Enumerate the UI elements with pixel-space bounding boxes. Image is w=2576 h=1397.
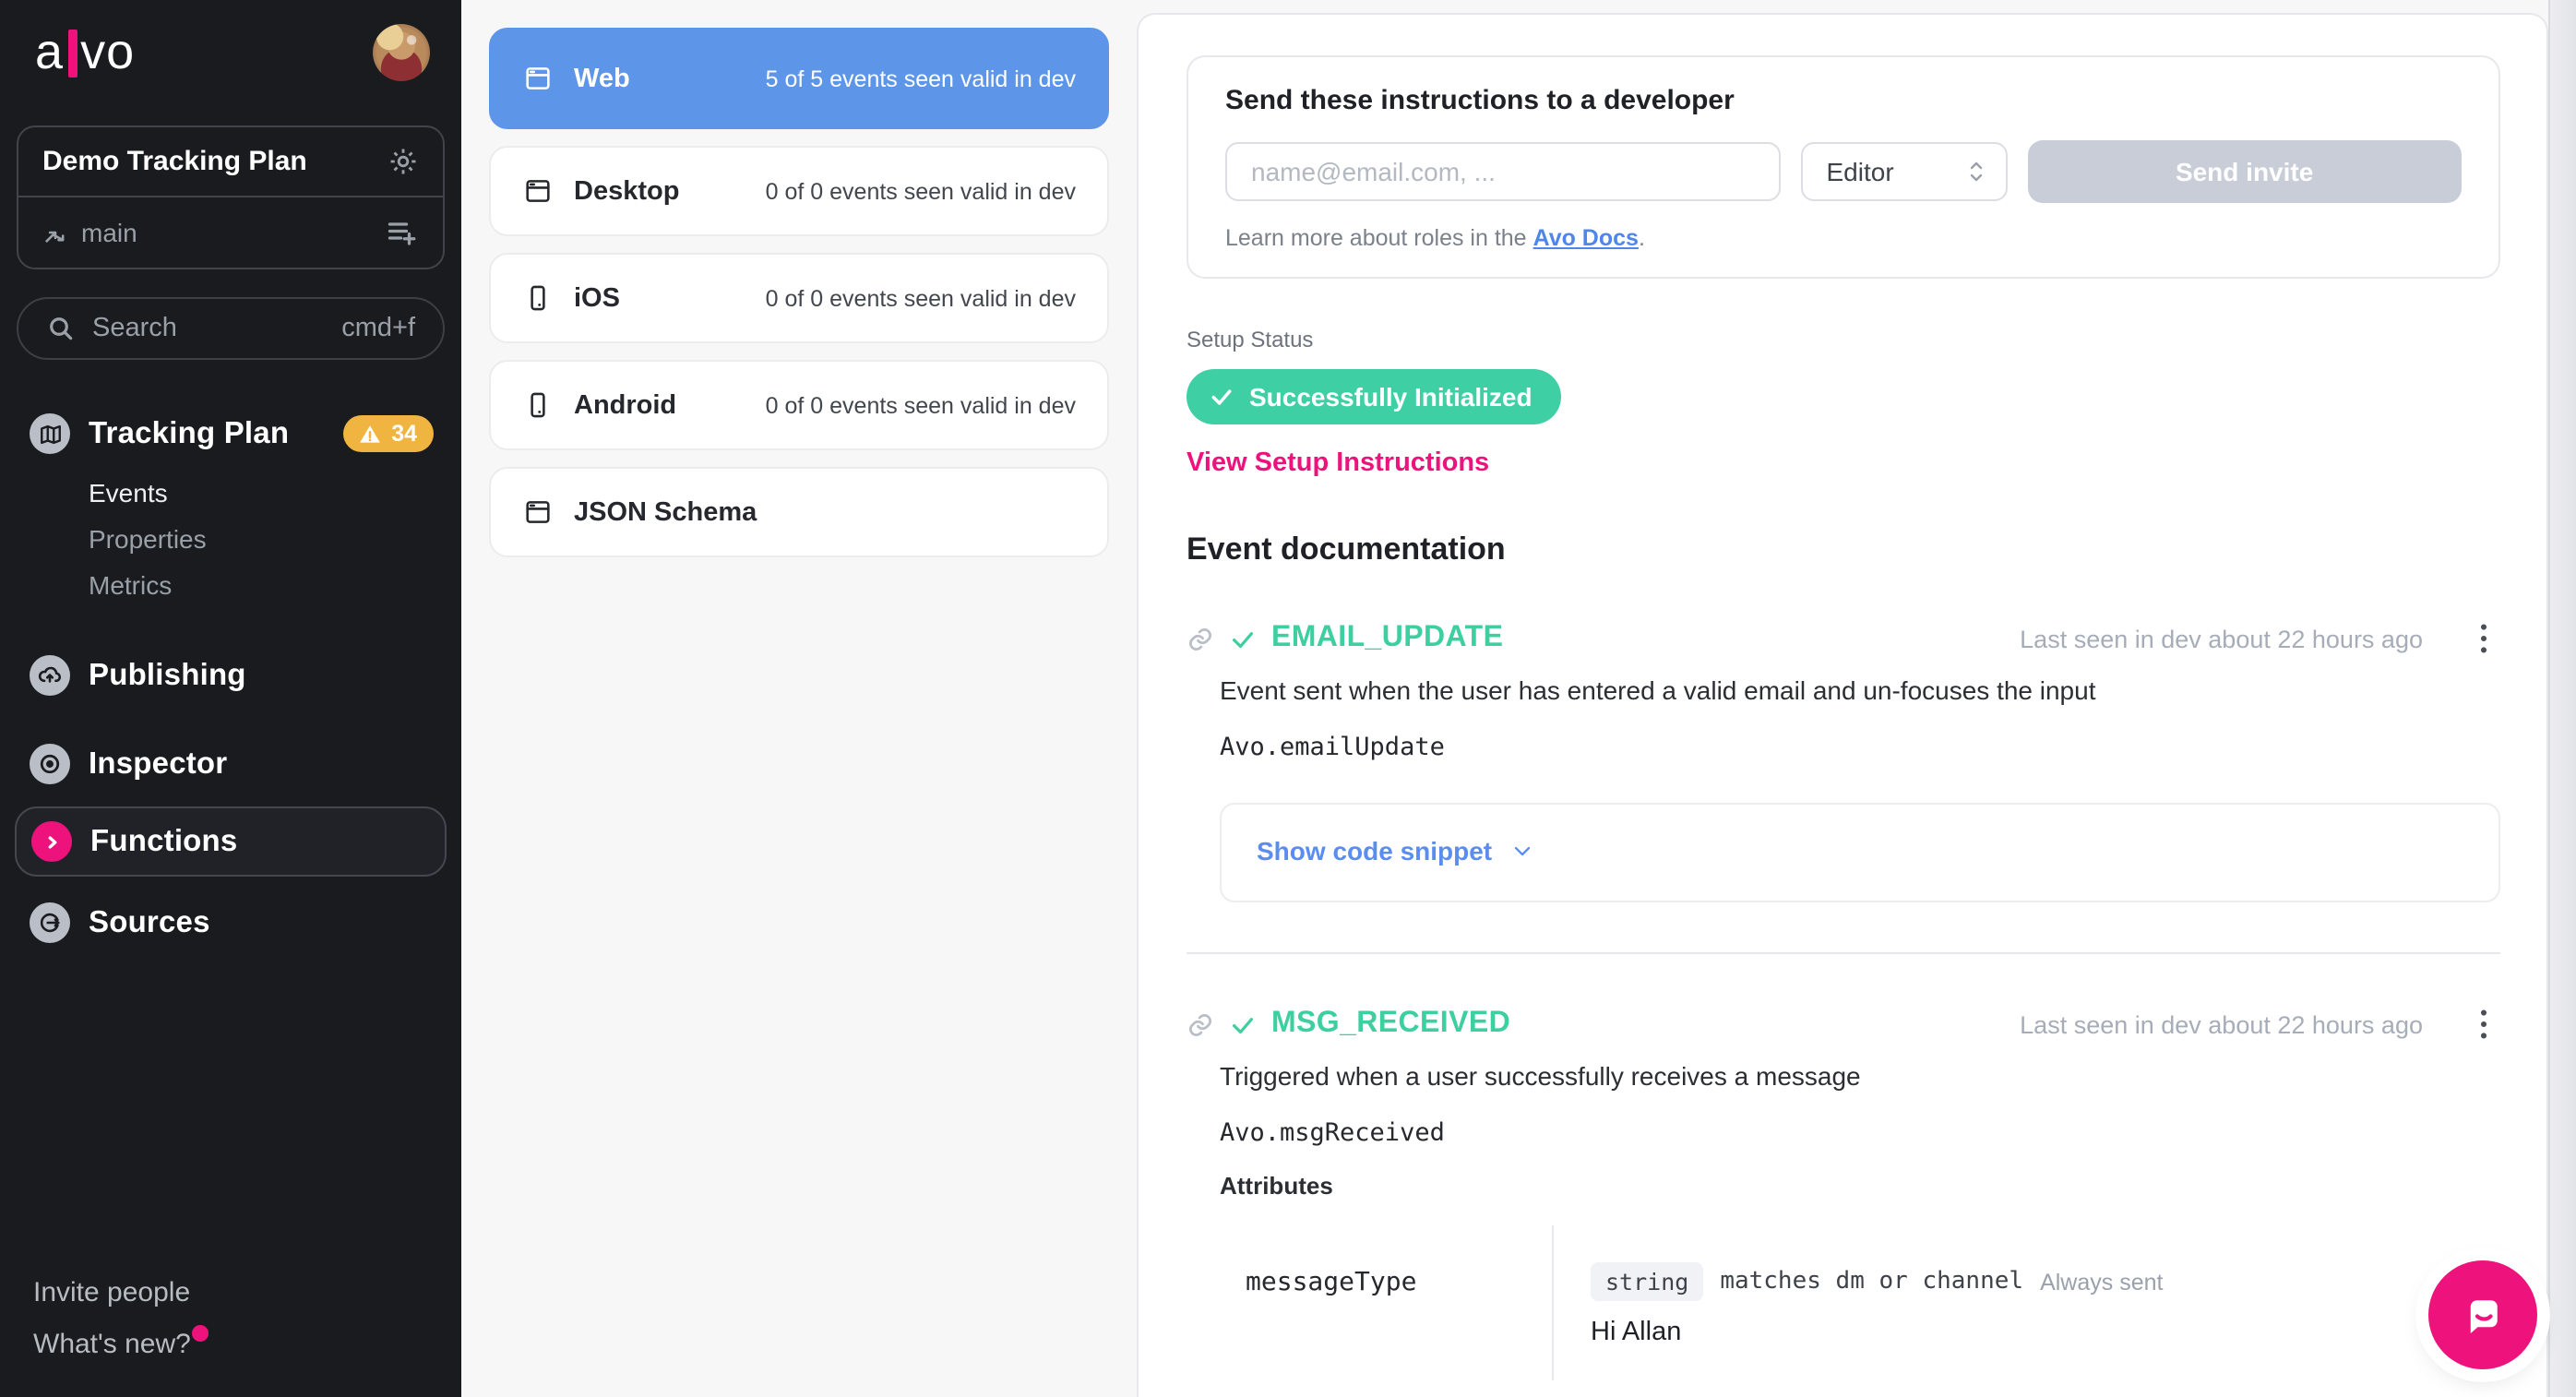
attribute-name: messageType	[1220, 1225, 1552, 1380]
user-avatar[interactable]	[373, 24, 430, 81]
mobile-icon	[522, 282, 554, 314]
notification-dot	[193, 1325, 209, 1342]
select-arrows-icon	[1964, 159, 1986, 185]
intercom-chat-button[interactable]	[2428, 1260, 2537, 1369]
role-select[interactable]: Editor	[1801, 142, 2008, 201]
whats-new-link[interactable]: What's new?	[33, 1319, 209, 1371]
section-divider	[1187, 952, 2500, 954]
search-input[interactable]: Search cmd+f	[17, 297, 445, 360]
invite-card-title: Send these instructions to a developer	[1225, 85, 2462, 116]
issues-badge[interactable]: 34	[343, 415, 434, 452]
send-invite-button[interactable]: Send invite	[2027, 140, 2462, 203]
sources-link-icon	[30, 902, 70, 943]
source-tab-desktop[interactable]: Desktop 0 of 0 events seen valid in dev	[489, 146, 1109, 236]
mobile-icon	[522, 389, 554, 421]
show-code-snippet-toggle[interactable]: Show code snippet	[1257, 836, 1534, 866]
avo-docs-link[interactable]: Avo Docs	[1533, 225, 1639, 251]
source-tab-android[interactable]: Android 0 of 0 events seen valid in dev	[489, 360, 1109, 450]
main-content: Send these instructions to a developer E…	[1137, 0, 2576, 1397]
gear-icon[interactable]	[388, 146, 419, 177]
chat-bubble-icon	[2455, 1287, 2510, 1343]
attribute-sent-label: Always sent	[2040, 1269, 2163, 1295]
logo-pink-bar	[67, 29, 77, 77]
kebab-menu-icon[interactable]	[2467, 624, 2500, 653]
event-description: Event sent when the user has entered a v…	[1220, 675, 2500, 705]
last-seen-text: Last seen in dev about 22 hours ago	[2020, 1010, 2423, 1038]
source-tab-ios[interactable]: iOS 0 of 0 events seen valid in dev	[489, 253, 1109, 343]
sidebar-item-metrics[interactable]: Metrics	[89, 563, 461, 609]
event-documentation-heading: Event documentation	[1187, 531, 2500, 568]
browser-icon	[522, 175, 554, 207]
branch-icon	[42, 220, 68, 245]
chevron-down-icon	[1509, 838, 1534, 864]
sidebar-item-tracking-plan[interactable]: Tracking Plan 34	[0, 400, 461, 467]
map-icon	[30, 413, 70, 454]
anchor-link-icon[interactable]	[1187, 625, 1214, 652]
attribute-constraint: matches dm or channel	[1720, 1268, 2023, 1296]
scrollbar-track[interactable]	[2548, 0, 2576, 1397]
app-window: avo Demo Tracking Plan	[0, 0, 2576, 1397]
inspector-target-icon	[30, 744, 70, 784]
sidebar-item-properties[interactable]: Properties	[89, 517, 461, 563]
source-tab-web[interactable]: Web 5 of 5 events seen valid in dev	[489, 28, 1109, 129]
check-icon	[1229, 625, 1257, 652]
avo-logo: avo	[35, 28, 135, 78]
code-snippet-box: Show code snippet	[1220, 803, 2500, 902]
browser-icon	[522, 63, 554, 94]
event-header-email-update: EMAIL_UPDATE Last seen in dev about 22 h…	[1187, 622, 2500, 655]
event-code-name: Avo.msgReceived	[1220, 1118, 2500, 1148]
event-header-msg-received: MSG_RECEIVED Last seen in dev about 22 h…	[1187, 1008, 2500, 1041]
attribute-example-value: Hi Allan	[1591, 1318, 2163, 1347]
sources-list: Web 5 of 5 events seen valid in dev Desk…	[461, 0, 1137, 1397]
setup-status-label: Setup Status	[1187, 327, 2500, 352]
search-shortcut: cmd+f	[341, 314, 415, 343]
invite-people-link[interactable]: Invite people	[33, 1268, 209, 1319]
publish-cloud-icon	[30, 655, 70, 696]
search-icon	[46, 314, 76, 343]
source-tab-json-schema[interactable]: JSON Schema	[489, 467, 1109, 557]
branch-name: main	[81, 218, 137, 247]
status-badge: Successfully Initialized	[1187, 369, 1562, 424]
check-icon	[1209, 384, 1234, 410]
invite-developer-card: Send these instructions to a developer E…	[1187, 55, 2500, 279]
sidebar-item-events[interactable]: Events	[89, 471, 461, 517]
kebab-menu-icon[interactable]	[2467, 1009, 2500, 1039]
event-description: Triggered when a user successfully recei…	[1220, 1061, 2500, 1091]
event-code-name: Avo.emailUpdate	[1220, 733, 2500, 762]
sidebar-item-functions[interactable]: Functions	[15, 806, 447, 877]
branch-selector[interactable]: main	[42, 218, 371, 247]
attributes-label: Attributes	[1220, 1172, 2500, 1200]
email-field[interactable]	[1225, 142, 1781, 201]
event-name[interactable]: MSG_RECEIVED	[1271, 1008, 1510, 1041]
browser-icon	[522, 496, 554, 528]
attribute-type-chip: string	[1591, 1262, 1703, 1301]
anchor-link-icon[interactable]	[1187, 1010, 1214, 1038]
role-select-value: Editor	[1827, 157, 1894, 186]
sidebar-item-inspector[interactable]: Inspector	[0, 731, 461, 797]
last-seen-text: Last seen in dev about 22 hours ago	[2020, 625, 2423, 652]
view-setup-instructions-link[interactable]: View Setup Instructions	[1187, 448, 1489, 478]
attribute-row: messageType string matches dm or channel…	[1220, 1225, 2500, 1380]
warning-icon	[358, 422, 382, 446]
workspace-name[interactable]: Demo Tracking Plan	[42, 146, 373, 177]
check-icon	[1229, 1010, 1257, 1038]
workspace-box: Demo Tracking Plan main	[17, 125, 445, 269]
sidebar-item-publishing[interactable]: Publishing	[0, 642, 461, 709]
functions-chevron-icon	[31, 821, 72, 862]
sidebar-item-sources[interactable]: Sources	[0, 890, 461, 956]
add-branch-icon[interactable]	[386, 216, 419, 249]
sidebar: avo Demo Tracking Plan	[0, 0, 461, 1397]
search-placeholder: Search	[92, 314, 177, 343]
roles-note: Learn more about roles in the Avo Docs.	[1225, 225, 2462, 251]
event-name[interactable]: EMAIL_UPDATE	[1271, 622, 1503, 655]
